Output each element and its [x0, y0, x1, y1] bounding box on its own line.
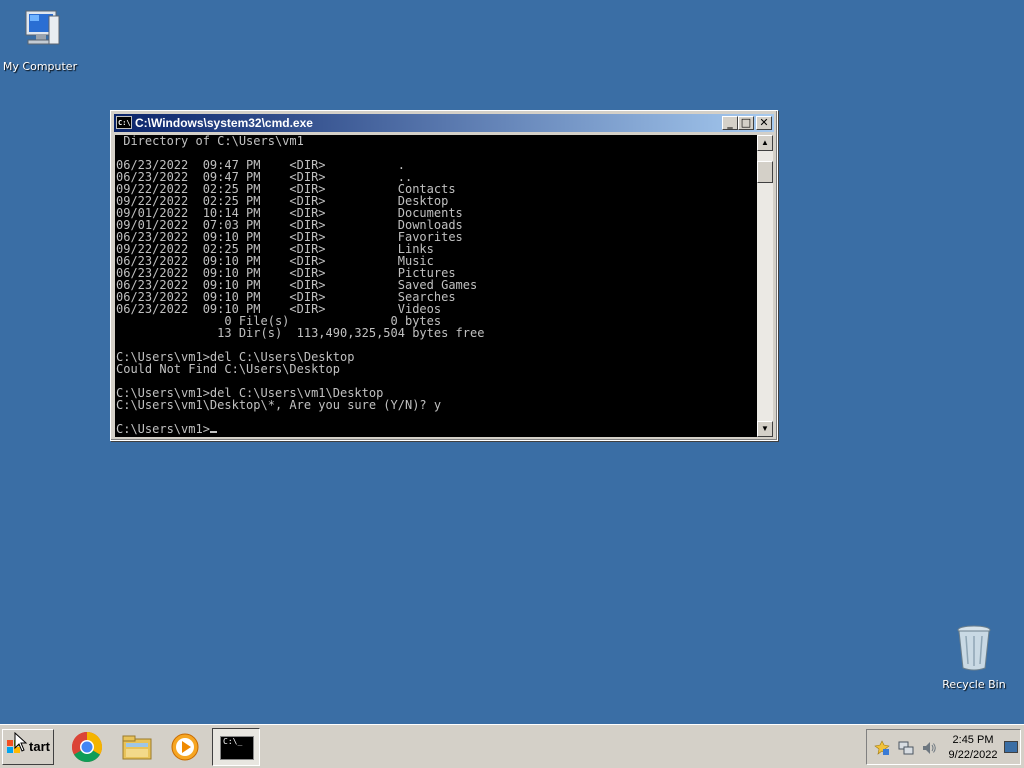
taskbar: tart C:\_ 2:45 PM 9/22/2022	[0, 724, 1024, 768]
desktop-icon-label: My Computer	[2, 60, 78, 73]
show-desktop-button[interactable]	[1004, 741, 1018, 753]
console-line: 13 Dir(s) 113,490,325,504 bytes free	[116, 326, 485, 340]
cmd-window-title: C:\Windows\system32\cmd.exe	[135, 116, 313, 130]
start-button[interactable]: tart	[2, 729, 54, 765]
clock[interactable]: 2:45 PM 9/22/2022	[945, 733, 1001, 763]
cmd-window[interactable]: C:\ C:\Windows\system32\cmd.exe _ □ ✕ Di…	[110, 110, 778, 441]
desktop-icon-label: Recycle Bin	[942, 678, 1006, 691]
console-output[interactable]: Directory of C:\Users\vm1 06/23/2022 09:…	[115, 135, 757, 437]
console-line: Directory of C:\Users\vm1	[116, 135, 304, 148]
vertical-scrollbar[interactable]: ▲ ▼	[757, 135, 773, 437]
clock-time: 2:45 PM	[952, 734, 994, 746]
clock-date: 9/22/2022	[948, 749, 998, 761]
cmd-titlebar[interactable]: C:\ C:\Windows\system32\cmd.exe _ □ ✕	[114, 114, 774, 132]
system-tray: 2:45 PM 9/22/2022	[866, 729, 1021, 765]
recycle-bin-icon	[957, 625, 991, 671]
computer-icon	[25, 10, 60, 45]
minimize-button[interactable]: _	[722, 116, 738, 130]
cmd-icon: C:\_	[220, 736, 254, 760]
file-explorer-icon[interactable]	[121, 731, 153, 763]
scroll-down-button[interactable]: ▼	[757, 421, 773, 437]
maximize-button[interactable]: □	[738, 116, 754, 130]
console-text: Directory of C:\Users\vm1 06/23/2022 09:…	[115, 135, 757, 435]
console-prompt: C:\Users\vm1>	[116, 423, 757, 435]
network-icon[interactable]	[898, 740, 914, 756]
close-button[interactable]: ✕	[756, 116, 772, 130]
start-label: tart	[29, 739, 50, 754]
text-cursor	[209, 431, 217, 433]
scroll-thumb[interactable]	[757, 161, 773, 183]
chrome-icon[interactable]	[71, 731, 103, 763]
volume-icon[interactable]	[921, 740, 937, 756]
console-line: C:\Users\vm1\Desktop\*, Are you sure (Y/…	[116, 398, 442, 412]
media-player-icon[interactable]	[169, 731, 201, 763]
desktop-icon-recycle-bin[interactable]: Recycle Bin	[934, 624, 1014, 691]
cmd-app-icon: C:\	[116, 116, 132, 129]
console-line: Could Not Find C:\Users\Desktop	[116, 362, 340, 376]
mouse-pointer-icon	[14, 732, 28, 752]
taskbar-cmd-button[interactable]: C:\_	[212, 728, 260, 766]
desktop-icon-my-computer[interactable]: My Computer	[0, 8, 80, 73]
action-center-icon[interactable]	[874, 740, 890, 756]
scroll-up-button[interactable]: ▲	[757, 135, 773, 151]
